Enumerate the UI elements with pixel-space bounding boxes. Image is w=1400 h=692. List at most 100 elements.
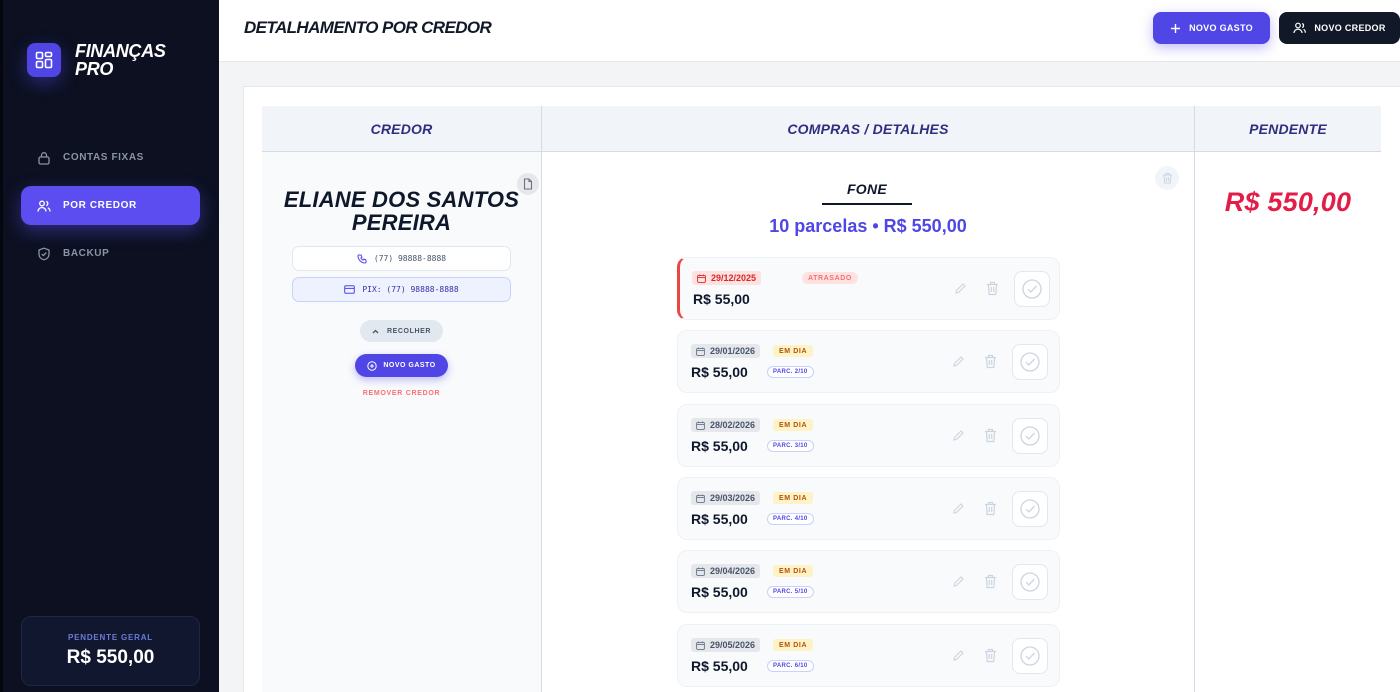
- pay-parcela-button[interactable]: [1012, 564, 1048, 600]
- brand[interactable]: FINANÇAS PRO: [27, 42, 185, 78]
- parcela-number-badge: PARC. 3/10: [767, 440, 814, 452]
- trash-icon: [1162, 172, 1172, 184]
- parcela-date-text: 29/01/2026: [710, 346, 756, 356]
- parcela-number-badge: PARC. 2/10: [767, 366, 814, 378]
- trash-icon: [985, 574, 996, 589]
- pendente-value: R$ 550,00: [1224, 187, 1352, 217]
- check-circle-icon: [1020, 499, 1040, 519]
- check-circle-icon: [1020, 646, 1040, 666]
- calendar-icon: [696, 421, 705, 430]
- pay-parcela-button[interactable]: [1012, 418, 1048, 454]
- sidebar-edge: [0, 0, 3, 692]
- trash-icon: [985, 428, 996, 443]
- dashboard-icon: [27, 43, 61, 77]
- column-header-credor: CREDOR: [262, 106, 541, 152]
- parcela-card: 29/04/2026 EM DIA R$ 55,00 PARC. 5/10: [677, 550, 1060, 613]
- users-icon: [37, 199, 51, 213]
- sidebar: FINANÇAS PRO CONTAS FIXAS POR CREDOR BAC…: [0, 0, 219, 692]
- pencil-icon: [953, 576, 964, 587]
- parcela-date: 29/05/2026: [691, 638, 761, 652]
- recolher-label: RECOLHER: [386, 327, 432, 335]
- parcela-date-text: 29/03/2026: [710, 493, 756, 503]
- remover-credor-link[interactable]: REMOVER CREDOR: [262, 390, 541, 397]
- check-circle-icon: [1022, 279, 1042, 299]
- document-icon: [523, 178, 533, 190]
- recolher-button[interactable]: RECOLHER: [360, 320, 443, 342]
- edit-parcela-button[interactable]: [952, 355, 966, 369]
- parcela-date: 29/03/2026: [691, 491, 761, 505]
- delete-parcela-button[interactable]: [986, 281, 1000, 297]
- parcela-date-text: 29/12/2025: [711, 273, 757, 283]
- sidebar-item-label: BACKUP: [63, 248, 110, 259]
- sidebar-item-por-credor[interactable]: POR CREDOR: [21, 186, 200, 225]
- credor-name: ELIANE DOS SANTOS PEREIRA: [283, 187, 520, 235]
- pay-parcela-button[interactable]: [1014, 271, 1050, 307]
- parcela-date-text: 29/05/2026: [710, 640, 756, 650]
- status-badge: EM DIA: [773, 565, 814, 577]
- pencil-icon: [953, 430, 964, 441]
- parcela-date-text: 29/04/2026: [710, 566, 756, 576]
- shield-icon: [37, 247, 51, 261]
- pay-parcela-button[interactable]: [1012, 344, 1048, 380]
- check-circle-icon: [1020, 426, 1040, 446]
- calendar-icon: [696, 347, 705, 356]
- parcela-value: R$ 55,00: [691, 658, 748, 674]
- compra-summary: 10 parcelas • R$ 550,00: [769, 216, 967, 236]
- calendar-icon: [697, 274, 706, 283]
- phone-pill[interactable]: (77) 98888-8888: [292, 246, 511, 271]
- copy-document-button[interactable]: [517, 173, 539, 195]
- phone-text: (77) 98888-8888: [373, 254, 447, 263]
- phone-icon: [357, 254, 367, 264]
- delete-parcela-button[interactable]: [984, 574, 998, 590]
- pencil-icon: [953, 650, 964, 661]
- plus-icon: [1171, 23, 1181, 33]
- status-badge: EM DIA: [773, 345, 814, 357]
- parcela-card: 29/12/2025 ATRASADO R$ 55,00: [677, 257, 1060, 320]
- status-badge: EM DIA: [773, 419, 814, 431]
- parcela-date: 29/01/2026: [691, 344, 761, 358]
- parcela-number-badge: PARC. 4/10: [767, 513, 814, 525]
- delete-parcela-button[interactable]: [984, 648, 998, 664]
- parcela-card: 28/02/2026 EM DIA R$ 55,00 PARC. 3/10: [677, 404, 1060, 467]
- parcela-value: R$ 55,00: [691, 584, 748, 600]
- pending-total-card: PENDENTE GERAL R$ 550,00: [21, 616, 200, 686]
- novo-gasto-button[interactable]: NOVO GASTO: [1153, 12, 1270, 44]
- parcela-value: R$ 55,00: [691, 511, 748, 527]
- novo-credor-button[interactable]: NOVO CREDOR: [1279, 12, 1400, 44]
- pending-total-label: PENDENTE GERAL: [68, 633, 153, 642]
- pay-parcela-button[interactable]: [1012, 638, 1048, 674]
- edit-parcela-button[interactable]: [954, 282, 968, 296]
- brand-name: FINANÇAS PRO: [75, 41, 166, 79]
- parcela-date: 29/12/2025: [692, 271, 762, 285]
- parcela-value: R$ 55,00: [691, 438, 748, 454]
- delete-compra-button[interactable]: [1155, 166, 1179, 190]
- calendar-icon: [696, 641, 705, 650]
- pix-text: PIX: (77) 98888-8888: [362, 285, 459, 294]
- top-header: DETALHAMENTO POR CREDOR NOVO GASTO NOVO …: [219, 0, 1400, 62]
- pix-pill[interactable]: PIX: (77) 98888-8888: [292, 277, 511, 302]
- edit-parcela-button[interactable]: [952, 429, 966, 443]
- sidebar-item-label: POR CREDOR: [63, 200, 137, 211]
- delete-parcela-button[interactable]: [984, 354, 998, 370]
- parcela-value: R$ 55,00: [693, 291, 750, 307]
- check-circle-icon: [1020, 572, 1040, 592]
- parcela-number-badge: PARC. 6/10: [767, 660, 814, 672]
- parcela-date-text: 28/02/2026: [710, 420, 756, 430]
- delete-parcela-button[interactable]: [984, 428, 998, 444]
- column-header-pendente: PENDENTE: [1195, 106, 1381, 152]
- edit-parcela-button[interactable]: [952, 649, 966, 663]
- edit-parcela-button[interactable]: [952, 502, 966, 516]
- status-badge: ATRASADO: [802, 272, 858, 284]
- pay-parcela-button[interactable]: [1012, 491, 1048, 527]
- parcela-card: 29/05/2026 EM DIA R$ 55,00 PARC. 6/10: [677, 624, 1060, 687]
- credor-novo-gasto-button[interactable]: NOVO GASTO: [355, 354, 448, 377]
- credor-novo-gasto-label: NOVO GASTO: [383, 362, 436, 369]
- compra-name: FONE: [822, 181, 912, 205]
- column-header-compras: COMPRAS / DETALHES: [542, 106, 1194, 152]
- lock-icon: [37, 151, 51, 165]
- delete-parcela-button[interactable]: [984, 501, 998, 517]
- trash-icon: [985, 648, 996, 663]
- sidebar-item-contas-fixas[interactable]: CONTAS FIXAS: [21, 138, 200, 177]
- sidebar-item-backup[interactable]: BACKUP: [21, 234, 200, 273]
- edit-parcela-button[interactable]: [952, 575, 966, 589]
